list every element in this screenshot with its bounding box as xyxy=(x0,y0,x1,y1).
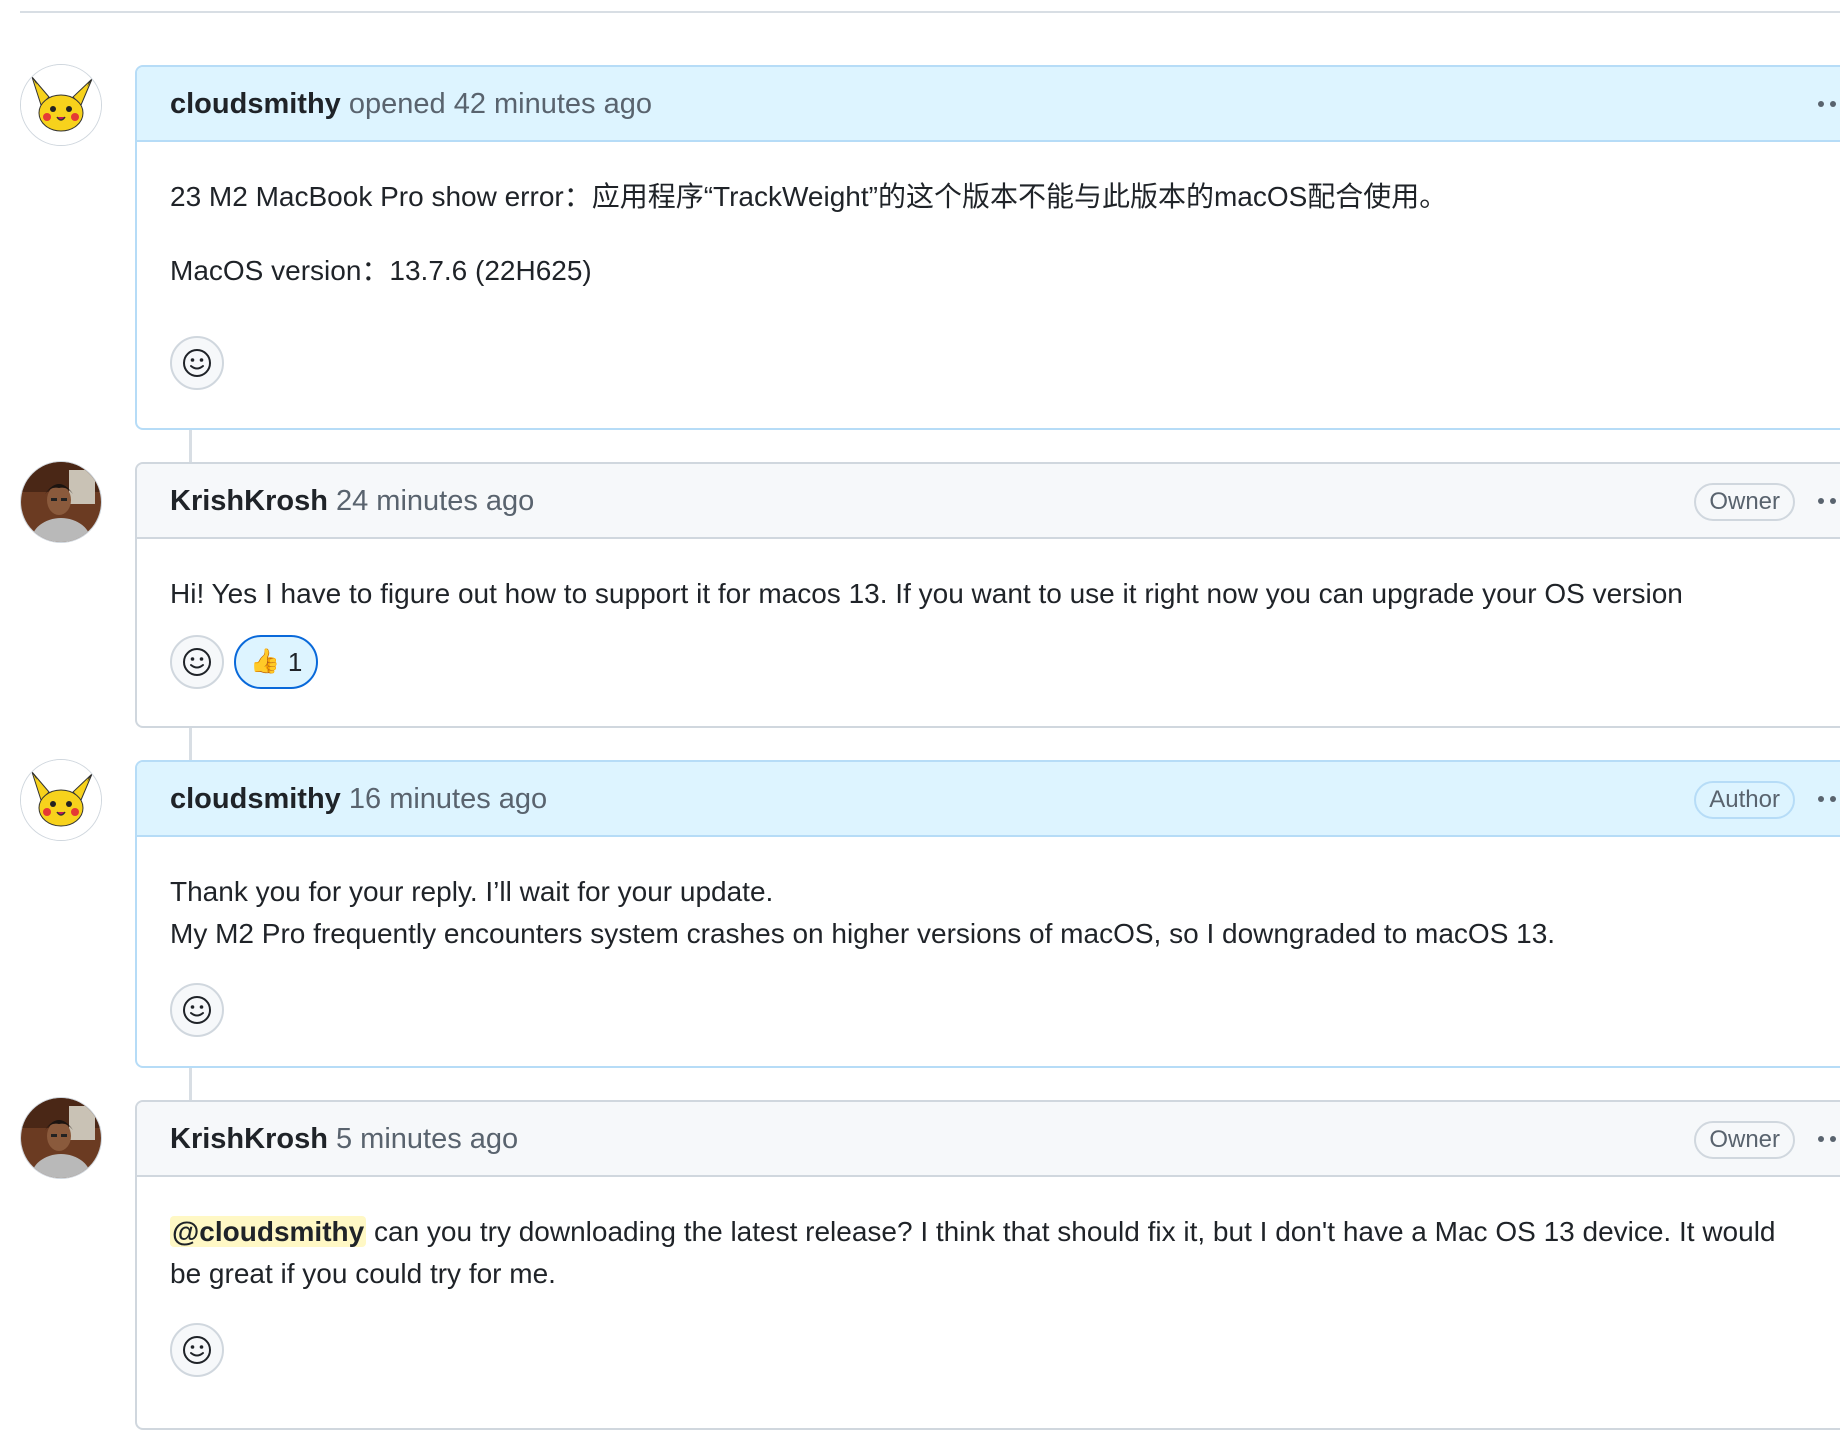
comment-author-link[interactable]: KrishKrosh xyxy=(170,485,328,517)
comment-options-button[interactable] xyxy=(1803,1118,1840,1160)
comment-2: KrishKrosh 24 minutes ago Owner Hi! Yes … xyxy=(135,462,1840,728)
comment-paragraph: Thank you for your reply. I’ll wait for … xyxy=(170,876,774,907)
add-reaction-button[interactable] xyxy=(170,983,224,1037)
reactions-bar xyxy=(170,983,1830,1037)
smiley-icon xyxy=(183,648,211,676)
add-reaction-button[interactable] xyxy=(170,1323,224,1377)
thumbs-up-reaction-button[interactable]: 👍 1 xyxy=(234,635,319,689)
comment-body: 23 M2 MacBook Pro show error：应用程序“TrackW… xyxy=(137,142,1840,390)
comment-paragraph: 23 M2 MacBook Pro show error：应用程序“TrackW… xyxy=(170,181,1448,212)
pikachu-avatar-icon xyxy=(21,760,101,840)
comment-4: KrishKrosh 5 minutes ago Owner @cloudsmi… xyxy=(135,1100,1840,1430)
comment-3: cloudsmithy 16 minutes ago Author Thank … xyxy=(135,760,1840,1068)
comment-options-button[interactable] xyxy=(1803,480,1840,522)
add-reaction-button[interactable] xyxy=(170,635,224,689)
kebab-horizontal-icon xyxy=(1818,101,1836,107)
smiley-icon xyxy=(183,1336,211,1364)
avatar-krishkrosh[interactable] xyxy=(20,1097,102,1179)
avatar-cloudsmithy[interactable] xyxy=(20,64,102,146)
comment-body: @cloudsmithy can you try downloading the… xyxy=(137,1177,1840,1377)
thumbs-up-icon: 👍 xyxy=(250,648,280,675)
comment-paragraph: @cloudsmithy can you try downloading the… xyxy=(170,1211,1810,1295)
comment-options-button[interactable] xyxy=(1803,83,1840,125)
comment-timestamp[interactable]: 16 minutes ago xyxy=(349,783,547,815)
comment-body: Thank you for your reply. I’ll wait for … xyxy=(137,837,1840,1037)
smiley-icon xyxy=(183,349,211,377)
comment-meta: cloudsmithy 16 minutes ago xyxy=(170,762,547,837)
author-badge: Author xyxy=(1694,781,1795,819)
avatar-cloudsmithy[interactable] xyxy=(20,759,102,841)
owner-badge: Owner xyxy=(1694,483,1795,521)
comment-meta: cloudsmithy opened 42 minutes ago xyxy=(170,67,652,142)
comment-meta: KrishKrosh 5 minutes ago xyxy=(170,1102,518,1177)
kebab-horizontal-icon xyxy=(1818,796,1836,802)
reactions-bar xyxy=(170,1323,1830,1377)
comment-paragraph: My M2 Pro frequently encounters system c… xyxy=(170,918,1556,949)
owner-badge: Owner xyxy=(1694,1121,1795,1159)
comment-body: Hi! Yes I have to figure out how to supp… xyxy=(137,539,1840,689)
person-photo-avatar-icon xyxy=(21,462,101,542)
comment-header: cloudsmithy 16 minutes ago Author xyxy=(137,762,1840,837)
comment-1: cloudsmithy opened 42 minutes ago 23 M2 … xyxy=(135,65,1840,430)
comment-timestamp[interactable]: 24 minutes ago xyxy=(336,485,534,517)
comment-header: cloudsmithy opened 42 minutes ago xyxy=(137,67,1840,142)
timeline-connector xyxy=(189,1066,192,1100)
reactions-bar xyxy=(170,336,1830,390)
add-reaction-button[interactable] xyxy=(170,336,224,390)
comment-options-button[interactable] xyxy=(1803,778,1840,820)
comment-timestamp[interactable]: opened 42 minutes ago xyxy=(349,88,652,120)
comment-text: can you try downloading the latest relea… xyxy=(170,1216,1776,1289)
comment-header: KrishKrosh 24 minutes ago Owner xyxy=(137,464,1840,539)
kebab-horizontal-icon xyxy=(1818,498,1836,504)
comment-timestamp[interactable]: 5 minutes ago xyxy=(336,1123,518,1155)
avatar-krishkrosh[interactable] xyxy=(20,461,102,543)
reaction-count: 1 xyxy=(287,646,303,677)
kebab-horizontal-icon xyxy=(1818,1136,1836,1142)
comment-paragraph: Hi! Yes I have to figure out how to supp… xyxy=(170,578,1683,609)
comment-meta: KrishKrosh 24 minutes ago xyxy=(170,464,534,539)
user-mention-link[interactable]: @cloudsmithy xyxy=(170,1216,367,1247)
comment-header: KrishKrosh 5 minutes ago Owner xyxy=(137,1102,1840,1177)
timeline-connector xyxy=(189,726,192,760)
pikachu-avatar-icon xyxy=(21,65,101,145)
top-divider xyxy=(20,11,1840,13)
reactions-bar: 👍 1 xyxy=(170,635,1830,689)
timeline-connector xyxy=(189,428,192,462)
comment-author-link[interactable]: KrishKrosh xyxy=(170,1123,328,1155)
smiley-icon xyxy=(183,996,211,1024)
comment-author-link[interactable]: cloudsmithy xyxy=(170,88,341,120)
comment-author-link[interactable]: cloudsmithy xyxy=(170,783,341,815)
comment-paragraph: MacOS version：13.7.6 (22H625) xyxy=(170,255,592,286)
person-photo-avatar-icon xyxy=(21,1098,101,1178)
